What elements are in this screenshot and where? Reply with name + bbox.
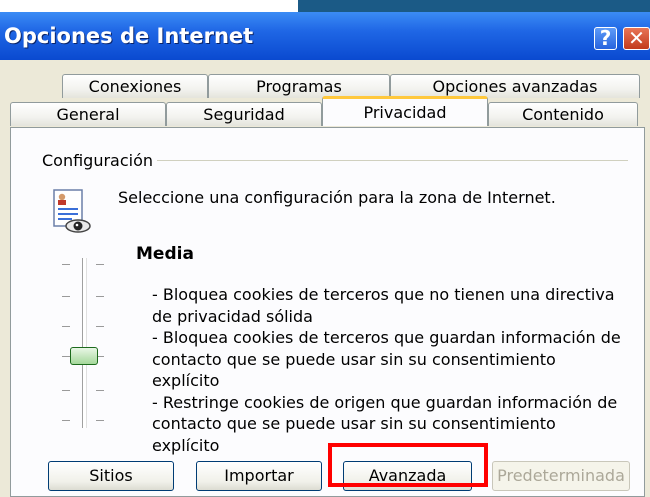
title-bar[interactable]: Opciones de Internet ? ✕ [0, 12, 650, 60]
privacy-level-title: Media [136, 244, 194, 264]
background-strip [0, 0, 650, 12]
tab-programas[interactable]: Programas [208, 74, 390, 98]
tick [96, 264, 104, 265]
tab-contenido[interactable]: Contenido [488, 102, 638, 126]
tick [62, 326, 70, 327]
tab-conexiones[interactable]: Conexiones [62, 74, 208, 98]
tick [96, 390, 104, 391]
tick [96, 420, 104, 421]
tick [96, 296, 104, 297]
tick [62, 420, 70, 421]
privacy-slider-thumb[interactable] [70, 347, 98, 365]
group-divider [150, 160, 628, 161]
tab-seguridad[interactable]: Seguridad [166, 102, 322, 126]
tab-label: Conexiones [88, 77, 182, 96]
tab-label: Programas [256, 77, 342, 96]
settings-group-label: Configuración [42, 151, 158, 170]
help-button[interactable]: ? [594, 27, 617, 50]
tab-label: Seguridad [203, 105, 285, 124]
help-icon: ? [599, 26, 612, 50]
privacy-eye-icon [53, 189, 91, 233]
tab-label: Opciones avanzadas [432, 77, 598, 96]
highlight-box [328, 443, 488, 487]
window-title: Opciones de Internet [4, 24, 254, 48]
tab-label: Contenido [522, 105, 604, 124]
close-button[interactable]: ✕ [623, 27, 650, 50]
tab-privacidad[interactable]: Privacidad [322, 96, 488, 126]
tab-opciones-avanzadas[interactable]: Opciones avanzadas [390, 74, 640, 98]
tick [62, 356, 70, 357]
privacy-slider-track[interactable] [82, 258, 87, 428]
tick [96, 326, 104, 327]
tick [62, 264, 70, 265]
intro-text: Seleccione una configuración para la zon… [118, 188, 556, 207]
tick [62, 390, 70, 391]
tab-label: General [56, 105, 120, 124]
privacy-level-description: - Bloquea cookies de terceros que no tie… [152, 285, 621, 455]
tab-label: Privacidad [363, 103, 447, 122]
tick [62, 296, 70, 297]
tab-general[interactable]: General [10, 102, 166, 126]
background-window-edge [298, 0, 650, 12]
close-icon: ✕ [628, 26, 645, 50]
